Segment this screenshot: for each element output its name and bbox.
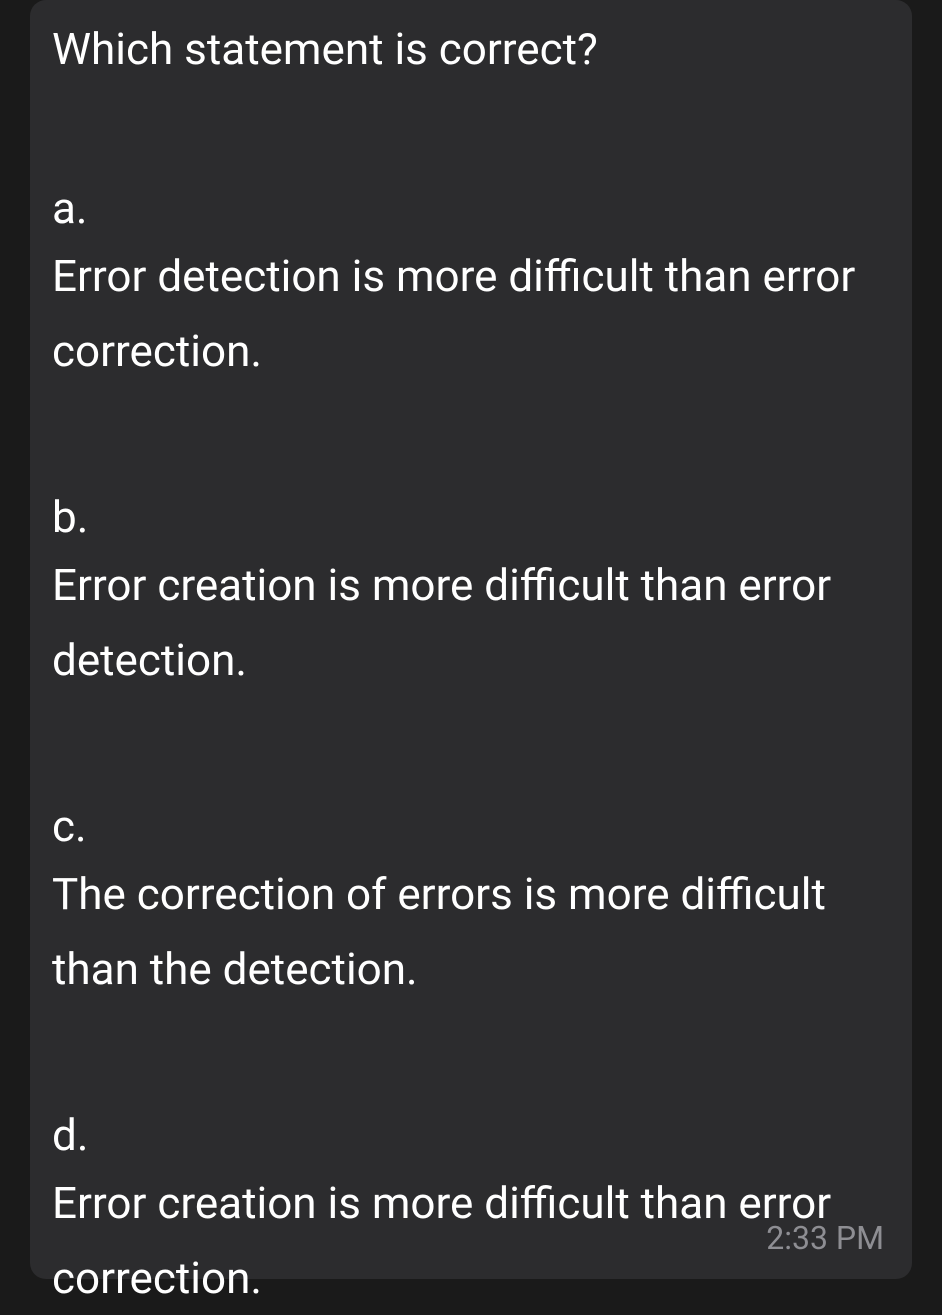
option-text: Error creation is more difficult than er…	[52, 1166, 890, 1315]
option-letter: a.	[52, 179, 890, 238]
message-timestamp: 2:33 PM	[766, 1219, 884, 1257]
option-c: c. The correction of errors is more diff…	[52, 797, 890, 1006]
option-a: a. Error detection is more difficult tha…	[52, 179, 890, 388]
question-text: Which statement is correct?	[52, 20, 890, 79]
message-bubble[interactable]: Which statement is correct? a. Error det…	[30, 0, 912, 1279]
option-d: d. Error creation is more difficult than…	[52, 1106, 890, 1315]
option-letter: b.	[52, 488, 890, 547]
option-text: The correction of errors is more difficu…	[52, 857, 890, 1007]
option-letter: d.	[52, 1106, 890, 1165]
option-letter: c.	[52, 797, 890, 856]
option-text: Error creation is more difficult than er…	[52, 548, 890, 698]
option-text: Error detection is more difficult than e…	[52, 239, 890, 389]
option-b: b. Error creation is more difficult than…	[52, 488, 890, 697]
